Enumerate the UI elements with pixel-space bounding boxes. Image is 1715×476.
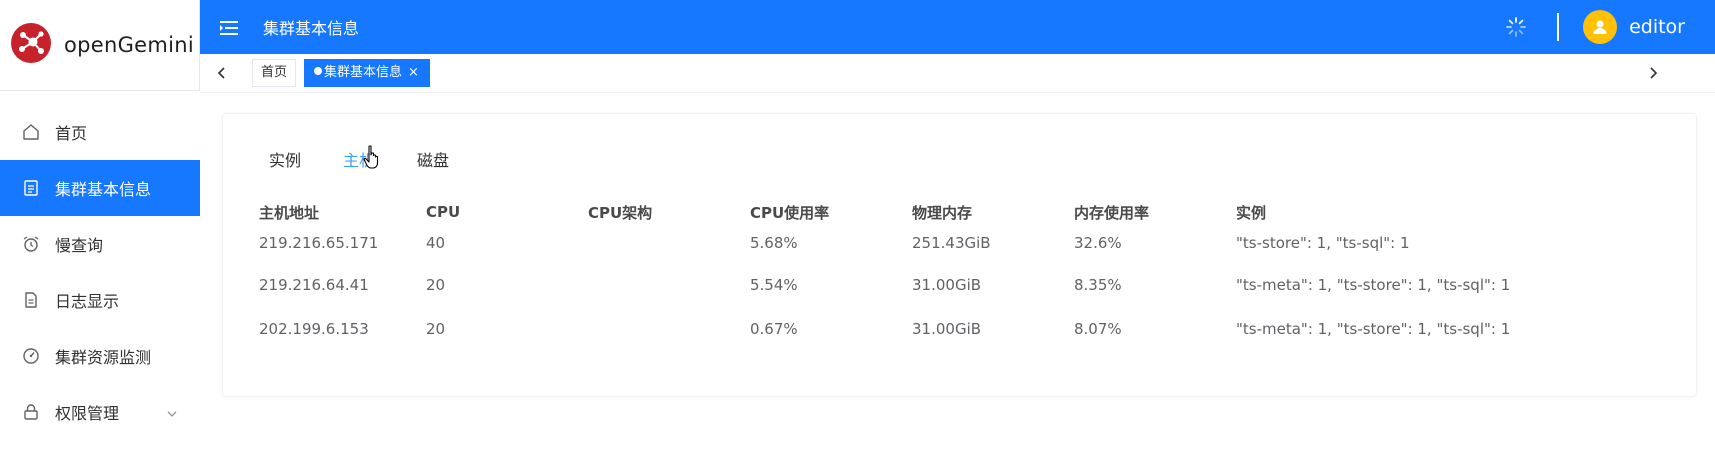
column-header: CPU <box>426 203 461 221</box>
opengemini-logo-icon <box>10 22 52 68</box>
cell-cpu: 20 <box>426 320 446 338</box>
page-title: 集群基本信息 <box>263 19 360 38</box>
sidebar-item-label: 日志显示 <box>55 292 120 311</box>
sidebar: openGemini 首页 集群基本信息 慢查询 日志显示 集群资源监测 权限管… <box>0 0 200 476</box>
cell-instances: "ts-meta": 1, "ts-store": 1, "ts-sql": 1 <box>1236 276 1511 294</box>
chevron-right-icon[interactable] <box>1645 65 1661 81</box>
menu-fold-icon[interactable] <box>220 20 238 35</box>
home-icon <box>22 123 40 141</box>
sidebar-item-permissions[interactable]: 权限管理 <box>0 384 200 440</box>
column-header: CPU使用率 <box>750 203 830 222</box>
user-icon <box>1593 20 1607 34</box>
column-header: 内存使用率 <box>1074 203 1150 222</box>
gauge-icon <box>22 347 40 365</box>
sidebar-item-slow-query[interactable]: 慢查询 <box>0 216 200 272</box>
brand-logo-area[interactable]: openGemini <box>0 0 200 91</box>
tab-disks[interactable]: 磁盘 <box>396 144 470 178</box>
tab-bar: 实例 主机 磁盘 <box>248 144 470 178</box>
sidebar-item-label: 集群资源监测 <box>55 348 152 367</box>
sidebar-item-logs[interactable]: 日志显示 <box>0 272 200 328</box>
tags-view-bar: 首页 集群基本信息 × <box>200 54 1715 93</box>
cell-memory-usage: 32.6% <box>1074 234 1122 252</box>
tab-hosts[interactable]: 主机 <box>322 144 396 178</box>
header-actions: editor <box>1505 0 1685 54</box>
close-icon[interactable]: × <box>408 60 419 86</box>
sidebar-item-label: 慢查询 <box>55 236 104 255</box>
column-header: CPU架构 <box>588 203 653 222</box>
sidebar-item-home[interactable]: 首页 <box>0 104 200 160</box>
cell-memory-usage: 8.07% <box>1074 320 1122 338</box>
app-root: openGemini 首页 集群基本信息 慢查询 日志显示 集群资源监测 权限管… <box>0 0 1715 476</box>
active-dot <box>314 67 322 75</box>
sidebar-menu: 首页 集群基本信息 慢查询 日志显示 集群资源监测 权限管理 <box>0 104 200 440</box>
table-row: 219.216.64.41 20 5.54% 31.00GiB 8.35% "t… <box>259 263 1536 307</box>
tab-instances[interactable]: 实例 <box>248 144 322 178</box>
user-avatar[interactable] <box>1583 10 1618 44</box>
brand-name: openGemini <box>64 33 195 57</box>
cell-cpu-arch <box>588 307 750 351</box>
table-row: 202.199.6.153 20 0.67% 31.00GiB 8.07% "t… <box>259 307 1536 351</box>
table-row: 219.216.65.171 40 5.68% 251.43GiB 32.6% … <box>259 223 1536 263</box>
column-header: 实例 <box>1236 203 1267 222</box>
cell-cpu-arch <box>588 263 750 307</box>
document-icon <box>22 179 40 197</box>
cell-cpu-usage: 0.67% <box>750 320 798 338</box>
cell-cpu-usage: 5.54% <box>750 276 798 294</box>
cell-memory: 251.43GiB <box>912 234 991 252</box>
sidebar-item-label: 集群基本信息 <box>55 180 152 199</box>
cell-host-address: 202.199.6.153 <box>259 320 369 338</box>
sidebar-item-label: 首页 <box>55 124 88 143</box>
cell-host-address: 219.216.65.171 <box>259 234 379 252</box>
cell-memory: 31.00GiB <box>912 320 982 338</box>
sidebar-item-resource-monitor[interactable]: 集群资源监测 <box>0 328 200 384</box>
cell-memory-usage: 8.35% <box>1074 276 1122 294</box>
top-header: 集群基本信息 editor <box>200 0 1715 54</box>
cell-cpu: 20 <box>426 276 446 294</box>
hand-cursor-icon <box>363 145 381 169</box>
file-icon <box>22 291 40 309</box>
tag-home[interactable]: 首页 <box>252 59 297 87</box>
username[interactable]: editor <box>1629 16 1685 38</box>
sidebar-item-cluster-info[interactable]: 集群基本信息 <box>0 160 200 216</box>
cell-cpu-usage: 5.68% <box>750 234 798 252</box>
table-header-row: 主机地址 CPU CPU架构 CPU使用率 物理内存 内存使用率 实例 <box>259 201 1536 223</box>
column-header: 物理内存 <box>912 203 973 222</box>
chevron-down-icon <box>166 405 178 417</box>
tag-cluster-info[interactable]: 集群基本信息 × <box>304 59 430 87</box>
column-header: 主机地址 <box>259 203 320 222</box>
cell-host-address: 219.216.64.41 <box>259 276 369 294</box>
tag-label: 集群基本信息 <box>324 65 403 80</box>
cell-instances: "ts-meta": 1, "ts-store": 1, "ts-sql": 1 <box>1236 320 1511 338</box>
cell-memory: 31.00GiB <box>912 276 982 294</box>
chevron-left-icon[interactable] <box>214 65 230 81</box>
hosts-table: 主机地址 CPU CPU架构 CPU使用率 物理内存 内存使用率 实例 219.… <box>259 201 1536 351</box>
alarm-clock-icon <box>22 235 40 253</box>
header-divider <box>1557 13 1560 41</box>
loading-spinner-icon <box>1505 16 1527 38</box>
sidebar-item-label: 权限管理 <box>55 404 120 423</box>
lock-icon <box>22 403 40 421</box>
cell-instances: "ts-store": 1, "ts-sql": 1 <box>1236 234 1410 252</box>
cell-cpu-arch <box>588 223 750 263</box>
cell-cpu: 40 <box>426 234 446 252</box>
